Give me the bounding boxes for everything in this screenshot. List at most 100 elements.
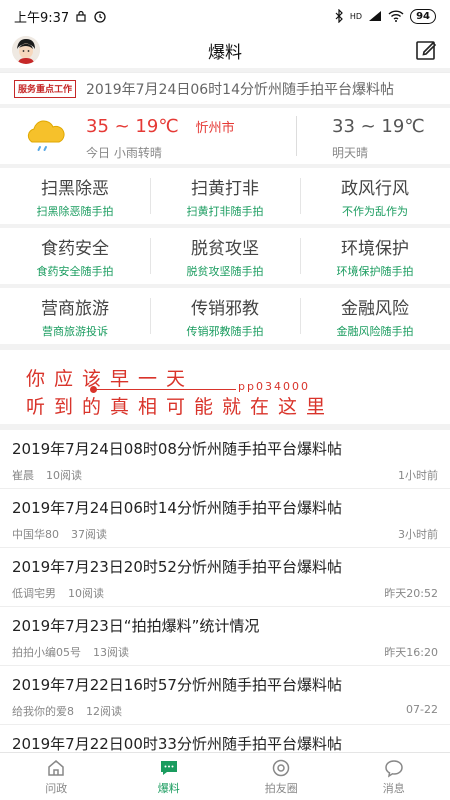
edit-icon[interactable] bbox=[414, 38, 438, 62]
news-ticker[interactable]: 服务重点工作 2019年7月24日06时14分忻州随手拍平台爆料帖 bbox=[0, 72, 450, 104]
category-title: 传销邪教 bbox=[191, 298, 259, 319]
light-rain-icon bbox=[27, 120, 65, 151]
category-finance[interactable]: 金融风险 金融风险随手拍 bbox=[300, 288, 450, 344]
promo-banner[interactable]: 你应该早一天 pp034000 听到的真相可能就在这里 bbox=[0, 350, 450, 424]
category-anti-gang[interactable]: 扫黑除恶 扫黑除恶随手拍 bbox=[0, 168, 150, 224]
category-business[interactable]: 营商旅游 营商旅游投诉 bbox=[0, 288, 150, 344]
news-author: 低调宅男 bbox=[12, 587, 56, 600]
network-label: HD bbox=[349, 11, 363, 21]
tab-messages[interactable]: 消息 bbox=[338, 753, 450, 800]
category-title: 营商旅游 bbox=[41, 298, 109, 319]
news-title: 2019年7月23日20时52分忻州随手拍平台爆料帖 bbox=[12, 558, 342, 576]
user-avatar[interactable] bbox=[12, 36, 40, 64]
news-time: 07-22 bbox=[406, 703, 438, 716]
tab-wenzheng[interactable]: 问政 bbox=[0, 753, 113, 800]
category-subtitle: 脱贫攻坚随手拍 bbox=[186, 264, 264, 278]
ticker-text[interactable]: 2019年7月24日06时14分忻州随手拍平台爆料帖 bbox=[86, 79, 394, 99]
news-title: 2019年7月22日16时57分忻州随手拍平台爆料帖 bbox=[12, 676, 342, 694]
grid-row: 食药安全 食药安全随手拍 脱贫攻坚 脱贫攻坚随手拍 环境保护 环境保护随手拍 bbox=[0, 228, 450, 284]
tomorrow-forecast: 明天晴 bbox=[332, 146, 369, 160]
news-reads: 12阅读 bbox=[86, 705, 122, 718]
category-subtitle: 食药安全随手拍 bbox=[36, 264, 114, 278]
news-title: 2019年7月24日06时14分忻州随手拍平台爆料帖 bbox=[12, 499, 342, 517]
grid-row: 扫黑除恶 扫黑除恶随手拍 扫黄打非 扫黄打非随手拍 政风行风 不作为乱作为 bbox=[0, 168, 450, 224]
news-meta: 拍拍小编05号 13阅读 bbox=[12, 644, 129, 660]
list-item[interactable]: 2019年7月24日08时08分忻州随手拍平台爆料帖 崔晨 10阅读 1小时前 bbox=[0, 430, 450, 489]
category-anti-porn[interactable]: 扫黄打非 扫黄打非随手拍 bbox=[150, 168, 300, 224]
news-author: 中国华80 bbox=[12, 528, 59, 541]
category-grid: 扫黑除恶 扫黑除恶随手拍 扫黄打非 扫黄打非随手拍 政风行风 不作为乱作为 食药… bbox=[0, 168, 450, 344]
weather-divider bbox=[296, 116, 297, 156]
app-header: 爆料 bbox=[0, 32, 450, 68]
status-time: 上午9:37 bbox=[14, 10, 70, 26]
news-time: 3小时前 bbox=[398, 528, 438, 541]
tomorrow-temperature: 33 ~ 19℃ bbox=[332, 116, 425, 137]
tab-label: 拍友圈 bbox=[264, 781, 298, 795]
news-time: 昨天20:52 bbox=[384, 587, 438, 600]
news-list: 2019年7月24日08时08分忻州随手拍平台爆料帖 崔晨 10阅读 1小时前 2… bbox=[0, 430, 450, 752]
category-title: 脱贫攻坚 bbox=[191, 238, 259, 259]
alarm-icon bbox=[94, 11, 106, 23]
news-reads: 10阅读 bbox=[46, 469, 82, 482]
news-time: 1小时前 bbox=[398, 469, 438, 482]
news-title: 2019年7月24日08时08分忻州随手拍平台爆料帖 bbox=[12, 440, 342, 458]
list-item[interactable]: 2019年7月22日00时33分忻州随手拍平台爆料帖 bbox=[0, 725, 450, 752]
category-conduct[interactable]: 政风行风 不作为乱作为 bbox=[300, 168, 450, 224]
battery-indicator: 94 bbox=[410, 8, 436, 24]
category-title: 政风行风 bbox=[341, 178, 409, 199]
signal-icon bbox=[369, 11, 382, 21]
category-subtitle: 传销邪教随手拍 bbox=[186, 324, 264, 338]
category-subtitle: 营商旅游投诉 bbox=[42, 324, 108, 338]
grid-row: 营商旅游 营商旅游投诉 传销邪教 传销邪教随手拍 金融风险 金融风险随手拍 bbox=[0, 288, 450, 344]
news-reads: 13阅读 bbox=[93, 646, 129, 659]
tab-label: 爆料 bbox=[157, 781, 180, 795]
tab-paiyouquan[interactable]: 拍友圈 bbox=[225, 753, 338, 800]
list-item[interactable]: 2019年7月23日20时52分忻州随手拍平台爆料帖 低调宅男 10阅读 昨天20… bbox=[0, 548, 450, 607]
tab-baoliao[interactable]: 爆料 bbox=[113, 753, 226, 800]
list-item[interactable]: 2019年7月23日“拍拍爆料”统计情况 拍拍小编05号 13阅读 昨天16:20 bbox=[0, 607, 450, 666]
status-bar: 上午9:37 HD 94 bbox=[0, 0, 450, 32]
news-meta: 中国华80 37阅读 bbox=[12, 526, 107, 542]
category-subtitle: 扫黄打非随手拍 bbox=[186, 204, 264, 218]
news-author: 崔晨 bbox=[12, 469, 34, 482]
category-subtitle: 金融风险随手拍 bbox=[336, 324, 414, 338]
category-pyramid[interactable]: 传销邪教 传销邪教随手拍 bbox=[150, 288, 300, 344]
news-time: 昨天16:20 bbox=[384, 646, 438, 659]
list-item[interactable]: 2019年7月22日16时57分忻州随手拍平台爆料帖 给我你的爱8 12阅读 07… bbox=[0, 666, 450, 725]
weather-panel: 35 ~ 19℃ 忻州市 今日 小雨转晴 33 ~ 19℃ 明天晴 bbox=[0, 108, 450, 164]
category-subtitle: 环境保护随手拍 bbox=[336, 264, 414, 278]
ticker-badge: 服务重点工作 bbox=[14, 79, 76, 98]
tab-label: 消息 bbox=[382, 781, 405, 795]
category-title: 食药安全 bbox=[41, 238, 109, 259]
news-reads: 37阅读 bbox=[71, 528, 107, 541]
category-subtitle: 扫黑除恶随手拍 bbox=[36, 204, 114, 218]
category-title: 扫黄打非 bbox=[191, 178, 259, 199]
category-poverty[interactable]: 脱贫攻坚 脱贫攻坚随手拍 bbox=[150, 228, 300, 284]
city-name: 忻州市 bbox=[195, 121, 235, 136]
banner-line-1: 你应该早一天 bbox=[26, 368, 195, 390]
news-author: 给我你的爱8 bbox=[12, 705, 74, 718]
bottom-tab-bar: 问政 爆料 拍友圈 消息 bbox=[0, 752, 450, 800]
news-title: 2019年7月22日00时33分忻州随手拍平台爆料帖 bbox=[12, 735, 342, 752]
circle-icon bbox=[273, 759, 290, 776]
tab-label: 问政 bbox=[45, 781, 68, 795]
today-temperature: 35 ~ 19℃ bbox=[86, 116, 179, 137]
category-environment[interactable]: 环境保护 环境保护随手拍 bbox=[300, 228, 450, 284]
list-item[interactable]: 2019年7月24日06时14分忻州随手拍平台爆料帖 中国华80 37阅读 3小时… bbox=[0, 489, 450, 548]
news-reads: 10阅读 bbox=[68, 587, 104, 600]
category-subtitle: 不作为乱作为 bbox=[342, 204, 408, 218]
bluetooth-icon bbox=[335, 9, 343, 23]
category-title: 环境保护 bbox=[341, 238, 409, 259]
banner-rule bbox=[96, 389, 236, 390]
category-food-safety[interactable]: 食药安全 食药安全随手拍 bbox=[0, 228, 150, 284]
chat-bubble-icon bbox=[160, 760, 177, 775]
page-title: 爆料 bbox=[208, 42, 242, 63]
message-icon bbox=[384, 759, 403, 778]
banner-line-2: 听到的真相可能就在这里 bbox=[26, 396, 335, 418]
avatar-icon bbox=[12, 36, 40, 64]
today-forecast: 今日 小雨转晴 bbox=[86, 146, 162, 160]
home-icon bbox=[48, 759, 64, 776]
news-meta: 低调宅男 10阅读 bbox=[12, 585, 104, 601]
category-title: 扫黑除恶 bbox=[41, 178, 109, 199]
weather-today: 35 ~ 19℃ 忻州市 bbox=[86, 116, 235, 137]
